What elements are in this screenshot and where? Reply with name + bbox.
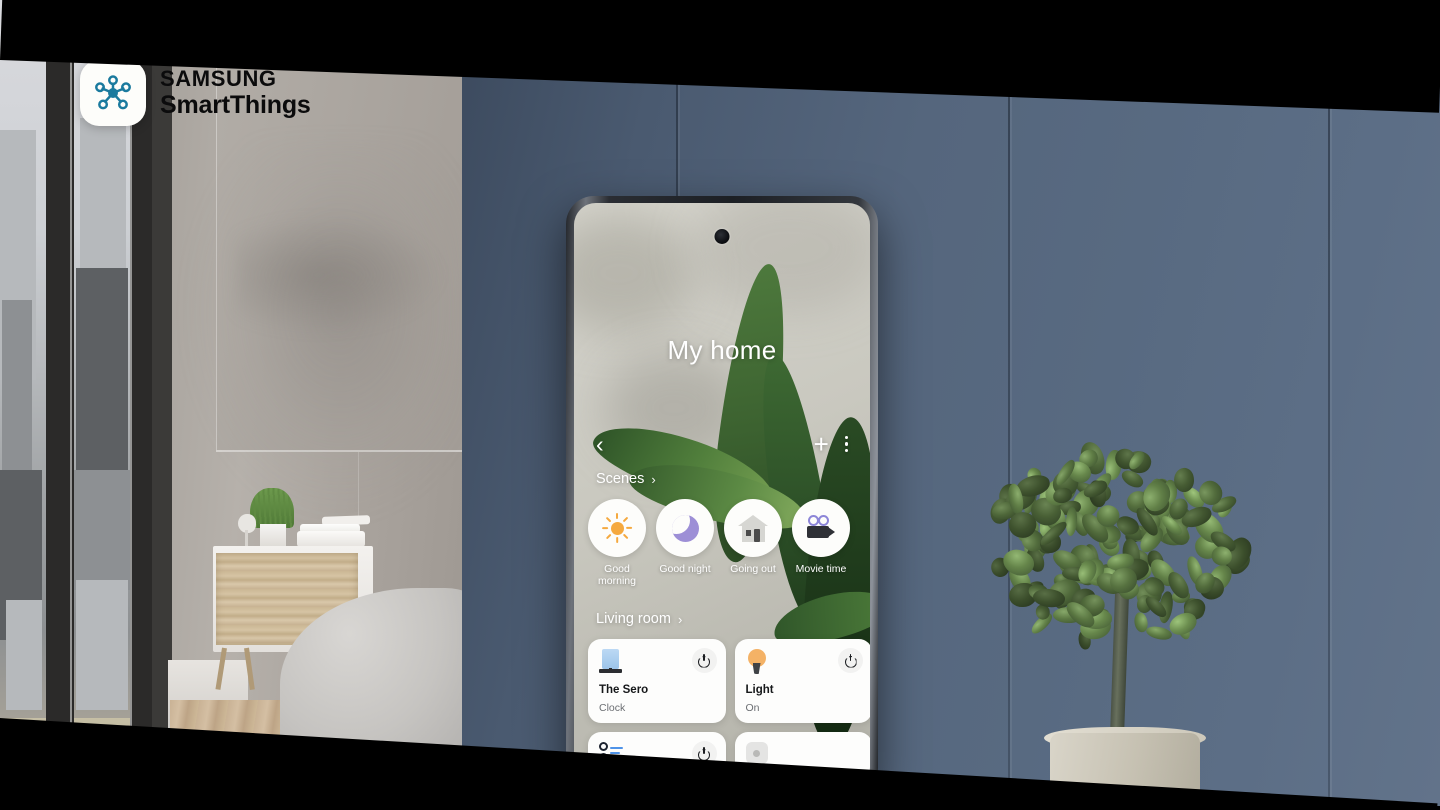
- tv-vertical-icon: [599, 649, 623, 677]
- window-pane-left: [0, 0, 46, 810]
- plant-pot: [260, 524, 286, 547]
- promo-banner: My home ‹ + Scenes › Good morning Good n…: [0, 0, 1440, 810]
- back-icon[interactable]: ‹: [596, 432, 604, 456]
- brand-line-1: SAMSUNG: [160, 66, 277, 91]
- kebab-menu-icon[interactable]: [844, 436, 848, 452]
- scene-icon-wrap: [588, 499, 646, 557]
- brand-wordmark: SAMSUNG SmartThings: [160, 68, 311, 118]
- app-top-navbar: ‹ +: [574, 427, 870, 461]
- page-title: My home: [667, 335, 777, 365]
- smartthings-hub-icon: [80, 60, 146, 126]
- chevron-right-icon: ›: [651, 471, 656, 487]
- device-card-the-sero[interactable]: The Sero Clock: [588, 639, 726, 723]
- chevron-right-icon: ›: [677, 611, 683, 627]
- living-room-label: Living room: [596, 611, 671, 627]
- device-name: Light: [745, 684, 774, 696]
- scene-icon-wrap: [792, 499, 850, 557]
- scene-good-morning[interactable]: Good morning: [588, 499, 646, 587]
- device-state: Clock: [599, 702, 626, 714]
- scenes-label: Scenes: [596, 471, 645, 487]
- scene-label: Movie time: [795, 563, 847, 575]
- front-camera-punch-hole: [714, 229, 730, 244]
- scene-icon-wrap: [724, 499, 782, 557]
- potted-plant: [250, 488, 294, 528]
- brand-line-2: SmartThings: [160, 91, 311, 119]
- moon-icon: [671, 514, 699, 542]
- scene-icon-wrap: [656, 499, 714, 557]
- smartphone-device: My home ‹ + Scenes › Good morning Good n…: [566, 196, 878, 796]
- phone-screen: My home ‹ + Scenes › Good morning Good n…: [574, 203, 870, 789]
- scene-label: Going out: [730, 563, 776, 575]
- scene-good-night[interactable]: Good night: [656, 499, 714, 587]
- book-stack: [297, 531, 365, 547]
- power-icon[interactable]: [838, 648, 863, 673]
- leaf: [1144, 624, 1173, 643]
- sensor-icon: [745, 742, 768, 764]
- house-icon: [738, 514, 768, 542]
- scene-label: Good morning: [598, 563, 636, 587]
- movie-camera-icon: [805, 515, 837, 541]
- device-name: The Sero: [599, 684, 649, 696]
- scene-movie-time[interactable]: Movie time: [792, 499, 850, 587]
- plant-canopy: [985, 438, 1257, 663]
- light-bulb-icon: [746, 649, 768, 677]
- scene-label: Good night: [659, 563, 711, 575]
- device-state: On: [745, 702, 760, 714]
- bottom-letterbox-fill: [0, 806, 1440, 810]
- scenes-section-header[interactable]: Scenes ›: [596, 471, 656, 487]
- window-mullion: [46, 0, 74, 810]
- device-card-light[interactable]: Light On: [734, 639, 870, 723]
- plus-icon[interactable]: +: [814, 431, 829, 457]
- scene-going-out[interactable]: Going out: [724, 499, 782, 587]
- wall-texture-2: [235, 215, 445, 335]
- sun-icon: [602, 513, 633, 543]
- scenes-list: Good morning Good night Going out Movie …: [588, 499, 870, 587]
- living-room-section-header[interactable]: Living room ›: [596, 611, 682, 627]
- power-icon[interactable]: [691, 648, 717, 673]
